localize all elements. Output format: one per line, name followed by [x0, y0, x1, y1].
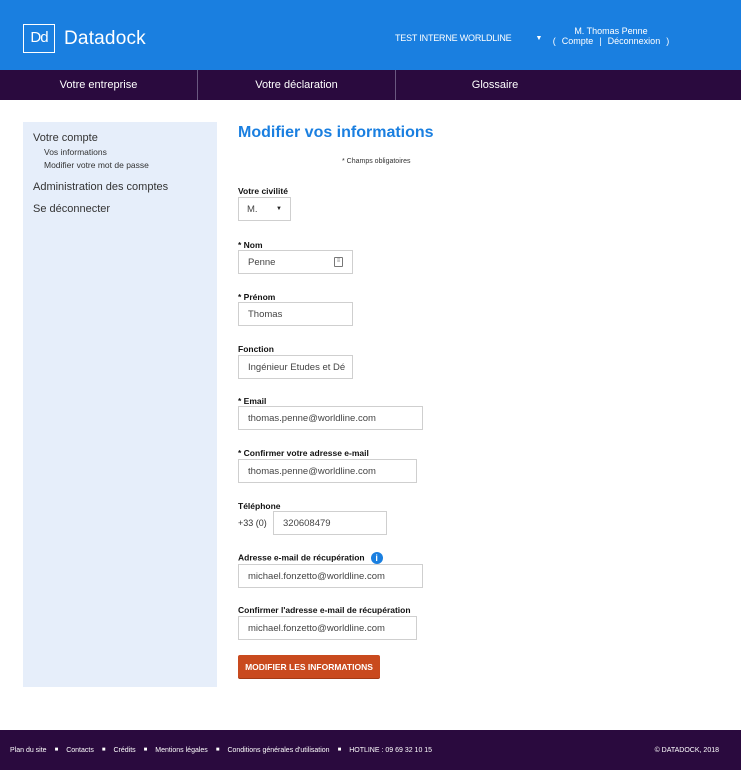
nav-item-company[interactable]: Votre entreprise — [0, 70, 198, 100]
copyright: © DATADOCK, 2018 — [654, 746, 719, 754]
function-label: Fonction — [238, 344, 274, 354]
footer-link-terms[interactable]: Conditions générales d'utilisation — [227, 747, 329, 754]
email-confirm-input[interactable]: thomas.penne@worldline.com — [238, 459, 417, 483]
civility-label: Votre civilité — [238, 186, 288, 196]
email-label: * Email — [238, 396, 267, 406]
account-link[interactable]: Compte — [562, 36, 594, 46]
bullet-separator: ■ — [101, 747, 106, 753]
organization-name: TEST INTERNE WORLDLINE — [395, 33, 512, 43]
logo-text: Datadock — [64, 27, 146, 49]
top-header: Dd Datadock TEST INTERNE WORLDLINE ▼ M. … — [0, 0, 741, 70]
phone-label: Téléphone — [238, 501, 281, 511]
logout-link[interactable]: Déconnexion — [608, 36, 661, 46]
footer-link-legal[interactable]: Mentions légales — [155, 747, 208, 754]
name-input[interactable]: Penne ≡ — [238, 250, 353, 274]
page-title: Modifier vos informations — [238, 124, 434, 141]
footer-hotline: HOTLINE : 09 69 32 10 15 — [349, 746, 433, 754]
firstname-label: * Prénom — [238, 292, 276, 302]
user-block: M. Thomas Penne ( Compte | Déconnexion) — [552, 26, 670, 46]
logo-mark: Dd — [23, 24, 55, 53]
footer-link-sitemap[interactable]: Plan du site — [10, 747, 47, 754]
bullet-separator: ■ — [215, 747, 220, 753]
required-note: * Champs obligatoires — [342, 158, 411, 165]
recovery-confirm-input[interactable]: michael.fonzetto@worldline.com — [238, 616, 417, 640]
nav-item-glossary[interactable]: Glossaire — [396, 70, 594, 100]
submit-button[interactable]: MODIFIER LES INFORMATIONS — [238, 655, 380, 678]
email-input[interactable]: thomas.penne@worldline.com — [238, 406, 423, 430]
recovery-email-input[interactable]: michael.fonzetto@worldline.com — [238, 564, 423, 588]
footer: Plan du site ■ Contacts ■ Crédits ■ Ment… — [0, 730, 741, 770]
bracket-open: ( — [552, 36, 556, 46]
email-confirm-label: * Confirmer votre adresse e-mail — [238, 448, 369, 458]
user-name: M. Thomas Penne — [574, 26, 648, 36]
bullet-separator: ■ — [54, 747, 59, 753]
recovery-confirm-label: Confirmer l'adresse e-mail de récupérati… — [238, 605, 411, 615]
sidebar: Votre compte Vos informations Modifier v… — [23, 122, 217, 687]
main-nav: Votre entreprise Votre déclaration Gloss… — [0, 70, 741, 100]
sidebar-item-change-password[interactable]: Modifier votre mot de passe — [44, 160, 207, 170]
logo[interactable]: Dd Datadock — [23, 24, 146, 53]
recovery-label: Adresse e-mail de récupération — [238, 552, 365, 563]
bullet-separator: ■ — [143, 747, 148, 753]
sidebar-item-logout[interactable]: Se déconnecter — [33, 203, 207, 215]
sidebar-item-admin[interactable]: Administration des comptes — [33, 181, 207, 193]
bullet-separator: ■ — [337, 747, 342, 753]
chevron-down-icon: ▼ — [276, 206, 282, 212]
recovery-label-row: Adresse e-mail de récupération i — [238, 552, 383, 564]
contact-card-icon: ≡ — [334, 257, 343, 267]
function-input[interactable]: Ingénieur Etudes et Dé — [238, 355, 353, 379]
footer-links: Plan du site ■ Contacts ■ Crédits ■ Ment… — [10, 747, 432, 754]
chevron-down-icon: ▼ — [535, 34, 543, 42]
edit-info-form: Modifier vos informations * Champs oblig… — [238, 122, 538, 678]
name-label: * Nom — [238, 240, 263, 250]
civility-select[interactable]: M. ▼ — [238, 197, 291, 221]
nav-item-declaration[interactable]: Votre déclaration — [198, 70, 396, 100]
info-icon[interactable]: i — [370, 552, 383, 564]
name-value: Penne — [248, 256, 276, 268]
footer-link-contacts[interactable]: Contacts — [66, 747, 94, 754]
user-links: ( Compte | Déconnexion) — [552, 36, 670, 46]
phone-input[interactable]: 320608479 — [273, 511, 387, 535]
bracket-close: ) — [666, 36, 670, 46]
firstname-input[interactable]: Thomas — [238, 302, 353, 326]
footer-link-credits[interactable]: Crédits — [113, 747, 135, 754]
sidebar-item-account[interactable]: Votre compte — [33, 132, 207, 144]
organization-select[interactable]: TEST INTERNE WORLDLINE ▼ — [395, 33, 542, 43]
phone-prefix: +33 (0) — [238, 518, 267, 528]
sidebar-item-your-info[interactable]: Vos informations — [44, 147, 207, 157]
pipe-separator: | — [599, 36, 602, 46]
civility-value: M. — [247, 203, 258, 215]
